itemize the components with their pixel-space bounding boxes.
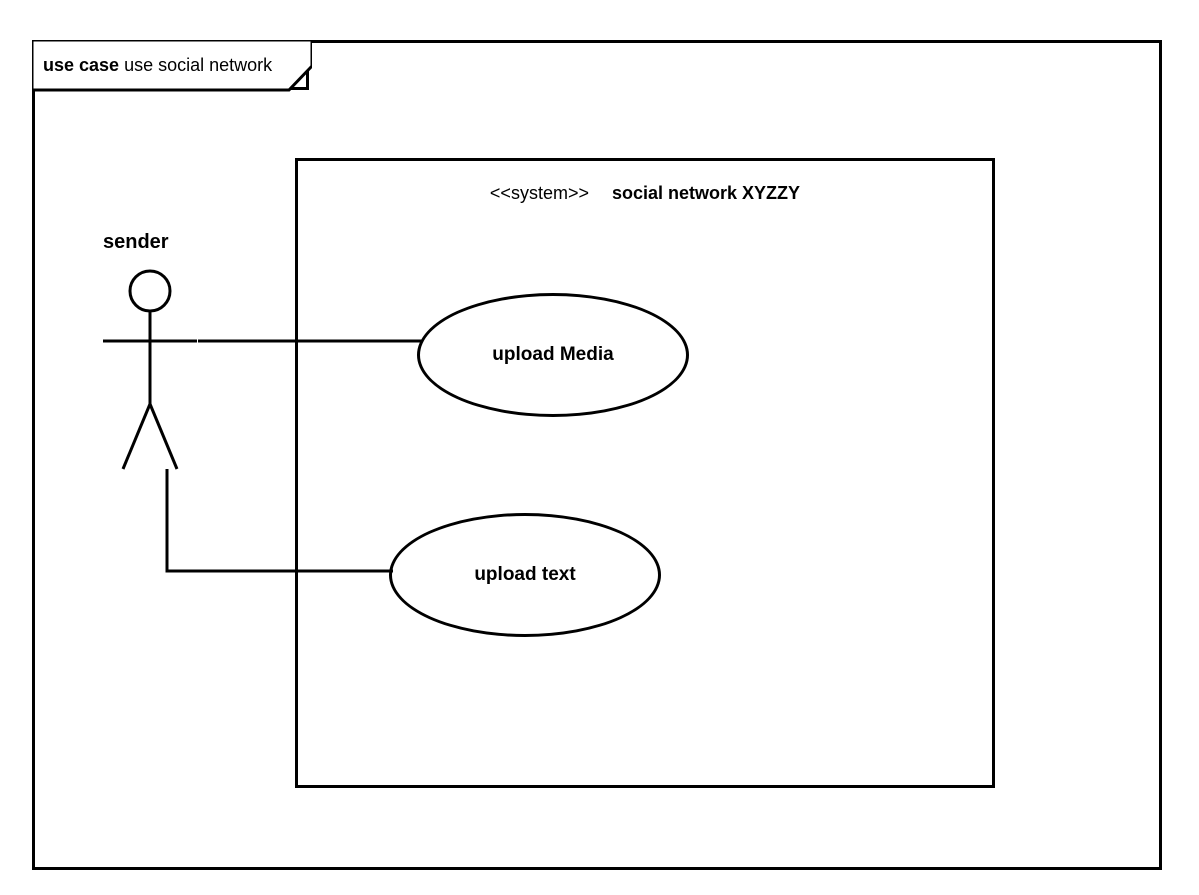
system-name: social network XYZZY bbox=[612, 183, 800, 203]
system-header: <<system>> social network XYZZY bbox=[298, 183, 992, 204]
usecase-label: upload text bbox=[474, 564, 575, 586]
diagram-frame: use case use social network sender <<sys… bbox=[32, 40, 1162, 870]
actor-stickfigure-icon bbox=[95, 269, 205, 484]
actor-label: sender bbox=[103, 231, 169, 254]
usecase-label: upload Media bbox=[492, 344, 613, 366]
system-boundary: <<system>> social network XYZZY bbox=[295, 158, 995, 788]
usecase-upload-media: upload Media bbox=[417, 293, 689, 417]
system-stereotype: <<system>> bbox=[490, 183, 589, 203]
diagram-title-tab: use case use social network bbox=[32, 40, 309, 90]
diagram-title-prefix: use case bbox=[43, 55, 119, 75]
diagram-title-text: use case use social network bbox=[43, 55, 272, 76]
usecase-upload-text: upload text bbox=[389, 513, 661, 637]
diagram-title-name: use social network bbox=[124, 55, 272, 75]
